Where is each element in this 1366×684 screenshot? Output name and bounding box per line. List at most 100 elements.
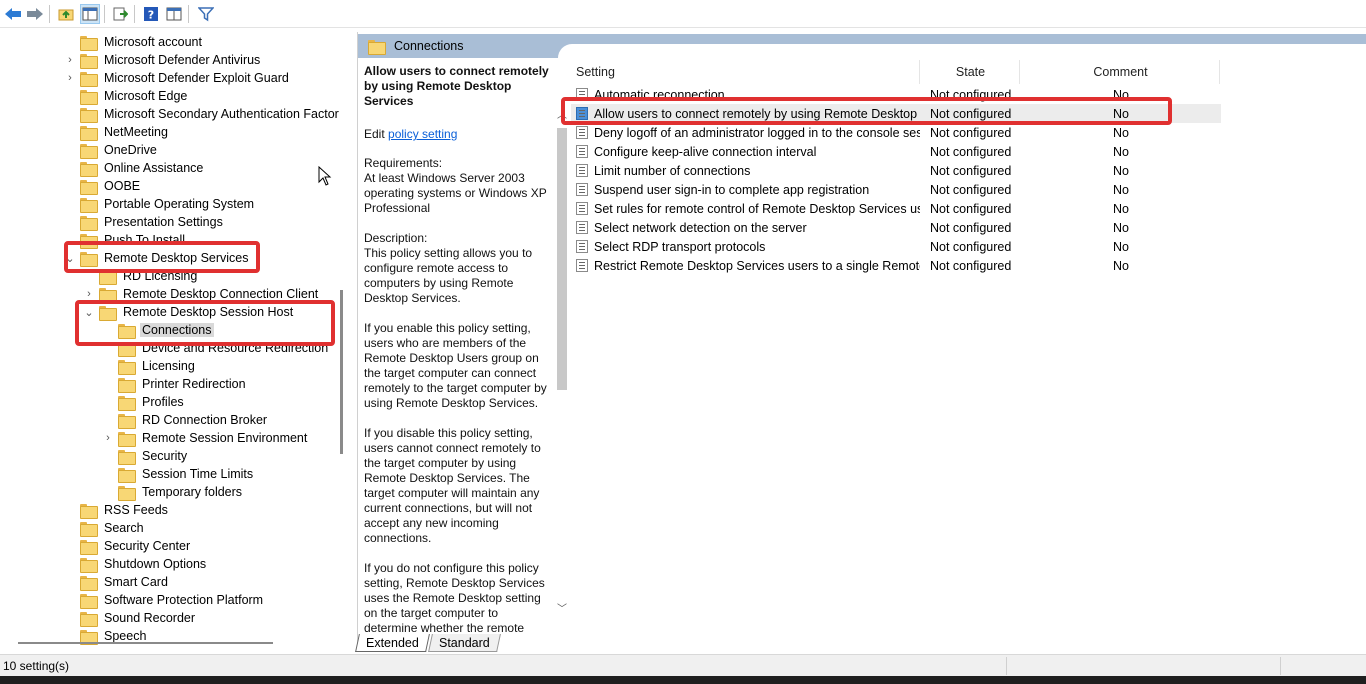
tree-item[interactable]: › Remote Session Environment — [106, 429, 307, 447]
folder-icon — [80, 197, 98, 213]
tab-extended-label: Extended — [366, 635, 419, 650]
tree-horizontal-scrollbar[interactable] — [18, 642, 273, 644]
column-header-setting[interactable]: Setting — [576, 60, 920, 84]
setting-row[interactable]: Set rules for remote control of Remote D… — [571, 199, 1221, 218]
tree-item[interactable]: RSS Feeds — [80, 501, 168, 519]
tree-item[interactable]: NetMeeting — [80, 123, 168, 141]
folder-icon — [80, 107, 98, 123]
folder-icon — [368, 39, 386, 55]
settings-list: Setting State Comment Automatic reconnec… — [571, 60, 1366, 652]
tree-item[interactable]: Search — [80, 519, 144, 537]
setting-row[interactable]: Configure keep-alive connection interval… — [571, 142, 1221, 161]
toolbar-separator — [104, 5, 105, 23]
help-icon[interactable]: ? — [141, 4, 161, 24]
tree-item[interactable]: OneDrive — [80, 141, 157, 159]
expand-chevron-icon[interactable]: › — [102, 429, 114, 447]
export-list-icon[interactable] — [110, 4, 130, 24]
tab-standard[interactable]: Standard — [427, 634, 501, 652]
taskbar — [0, 676, 1366, 684]
tree-item[interactable]: Microsoft Secondary Authentication Facto… — [80, 105, 339, 123]
tree-vertical-scrollbar[interactable] — [340, 290, 343, 454]
tree-item[interactable]: Profiles — [118, 393, 184, 411]
tree-item[interactable]: Session Time Limits — [118, 465, 253, 483]
tree-item[interactable]: › Microsoft Defender Exploit Guard — [68, 69, 289, 87]
tree-item[interactable]: › Microsoft Defender Antivirus — [68, 51, 260, 69]
folder-icon — [80, 503, 98, 519]
filter-icon[interactable] — [196, 4, 216, 24]
setting-name-cell: Set rules for remote control of Remote D… — [576, 199, 920, 218]
expand-chevron-icon[interactable]: › — [64, 51, 76, 69]
forward-arrow-icon[interactable] — [25, 4, 45, 24]
tree-item[interactable]: Portable Operating System — [80, 195, 254, 213]
tree-item[interactable]: Security — [118, 447, 187, 465]
column-header-comment[interactable]: Comment — [1022, 60, 1220, 84]
up-folder-icon[interactable] — [56, 4, 76, 24]
tree-item[interactable]: Online Assistance — [80, 159, 203, 177]
show-hide-console-tree-icon[interactable] — [80, 4, 100, 24]
tree-item[interactable]: Presentation Settings — [80, 213, 223, 231]
tree-item-label: Remote Desktop Connection Client — [123, 287, 319, 301]
folder-icon — [80, 629, 98, 645]
policy-setting-icon — [576, 202, 588, 215]
setting-row[interactable]: Deny logoff of an administrator logged i… — [571, 123, 1221, 142]
tree-item[interactable]: Microsoft account — [80, 33, 202, 51]
highlight-box-remote-desktop-services — [64, 241, 260, 273]
description-title: Allow users to connect remotely by using… — [364, 64, 549, 108]
tree-item[interactable]: Shutdown Options — [80, 555, 206, 573]
setting-row[interactable]: Select network detection on the server No… — [571, 218, 1221, 237]
description-scroll-thumb[interactable] — [557, 128, 567, 390]
folder-icon — [118, 431, 136, 447]
folder-icon — [80, 179, 98, 195]
properties-view-icon[interactable] — [164, 4, 184, 24]
setting-row[interactable]: Suspend user sign-in to complete app reg… — [571, 180, 1221, 199]
description-scrollbar[interactable]: ︿ ﹀ — [555, 110, 569, 630]
tree-item[interactable]: Microsoft Edge — [80, 87, 187, 105]
tree-item[interactable]: RD Connection Broker — [118, 411, 267, 429]
tree-item[interactable]: Printer Redirection — [118, 375, 246, 393]
tree-item-label: Presentation Settings — [104, 215, 223, 229]
folder-icon — [118, 413, 136, 429]
mouse-pointer-icon — [318, 165, 332, 189]
setting-row[interactable]: Limit number of connections Not configure… — [571, 161, 1221, 180]
policy-setting-icon — [576, 183, 588, 196]
tree-item[interactable]: Security Center — [80, 537, 190, 555]
tree-item-label: Online Assistance — [104, 161, 204, 175]
setting-description: Allow users to connect remotely by using… — [364, 64, 554, 632]
tree-item-label: Software Protection Platform — [104, 593, 264, 607]
tree-item[interactable]: OOBE — [80, 177, 140, 195]
setting-row[interactable]: Restrict Remote Desktop Services users t… — [571, 256, 1221, 275]
edit-policy-setting-link[interactable]: policy setting — [388, 127, 457, 141]
tree-item-label: Security — [142, 449, 188, 463]
setting-name-cell: Suspend user sign-in to complete app reg… — [576, 180, 920, 199]
folder-icon — [80, 125, 98, 141]
tree-item[interactable]: Sound Recorder — [80, 609, 195, 627]
setting-row[interactable]: Select RDP transport protocols Not config… — [571, 237, 1221, 256]
folder-icon — [80, 539, 98, 555]
tree-item[interactable]: Smart Card — [80, 573, 168, 591]
tree-item-label: OOBE — [104, 179, 141, 193]
tab-extended[interactable]: Extended — [355, 634, 430, 652]
status-divider — [1006, 657, 1007, 675]
tab-standard-label: Standard — [438, 635, 490, 650]
expand-chevron-icon[interactable]: › — [64, 69, 76, 87]
scroll-down-icon[interactable]: ﹀ — [556, 604, 568, 616]
folder-icon — [80, 143, 98, 159]
tree-item[interactable]: Temporary folders — [118, 483, 242, 501]
setting-state-cell: Not configured — [930, 125, 1012, 140]
tree-item[interactable]: Software Protection Platform — [80, 591, 263, 609]
tree-item-label: Microsoft Defender Exploit Guard — [104, 71, 289, 85]
back-arrow-icon[interactable] — [3, 4, 23, 24]
column-header-state[interactable]: State — [922, 60, 1020, 84]
policy-setting-icon — [576, 240, 588, 253]
toolbar: ? — [0, 0, 1366, 28]
setting-comment-cell: No — [1113, 144, 1129, 159]
tree-item[interactable]: Licensing — [118, 357, 195, 375]
setting-name: Restrict Remote Desktop Services users t… — [594, 258, 920, 273]
